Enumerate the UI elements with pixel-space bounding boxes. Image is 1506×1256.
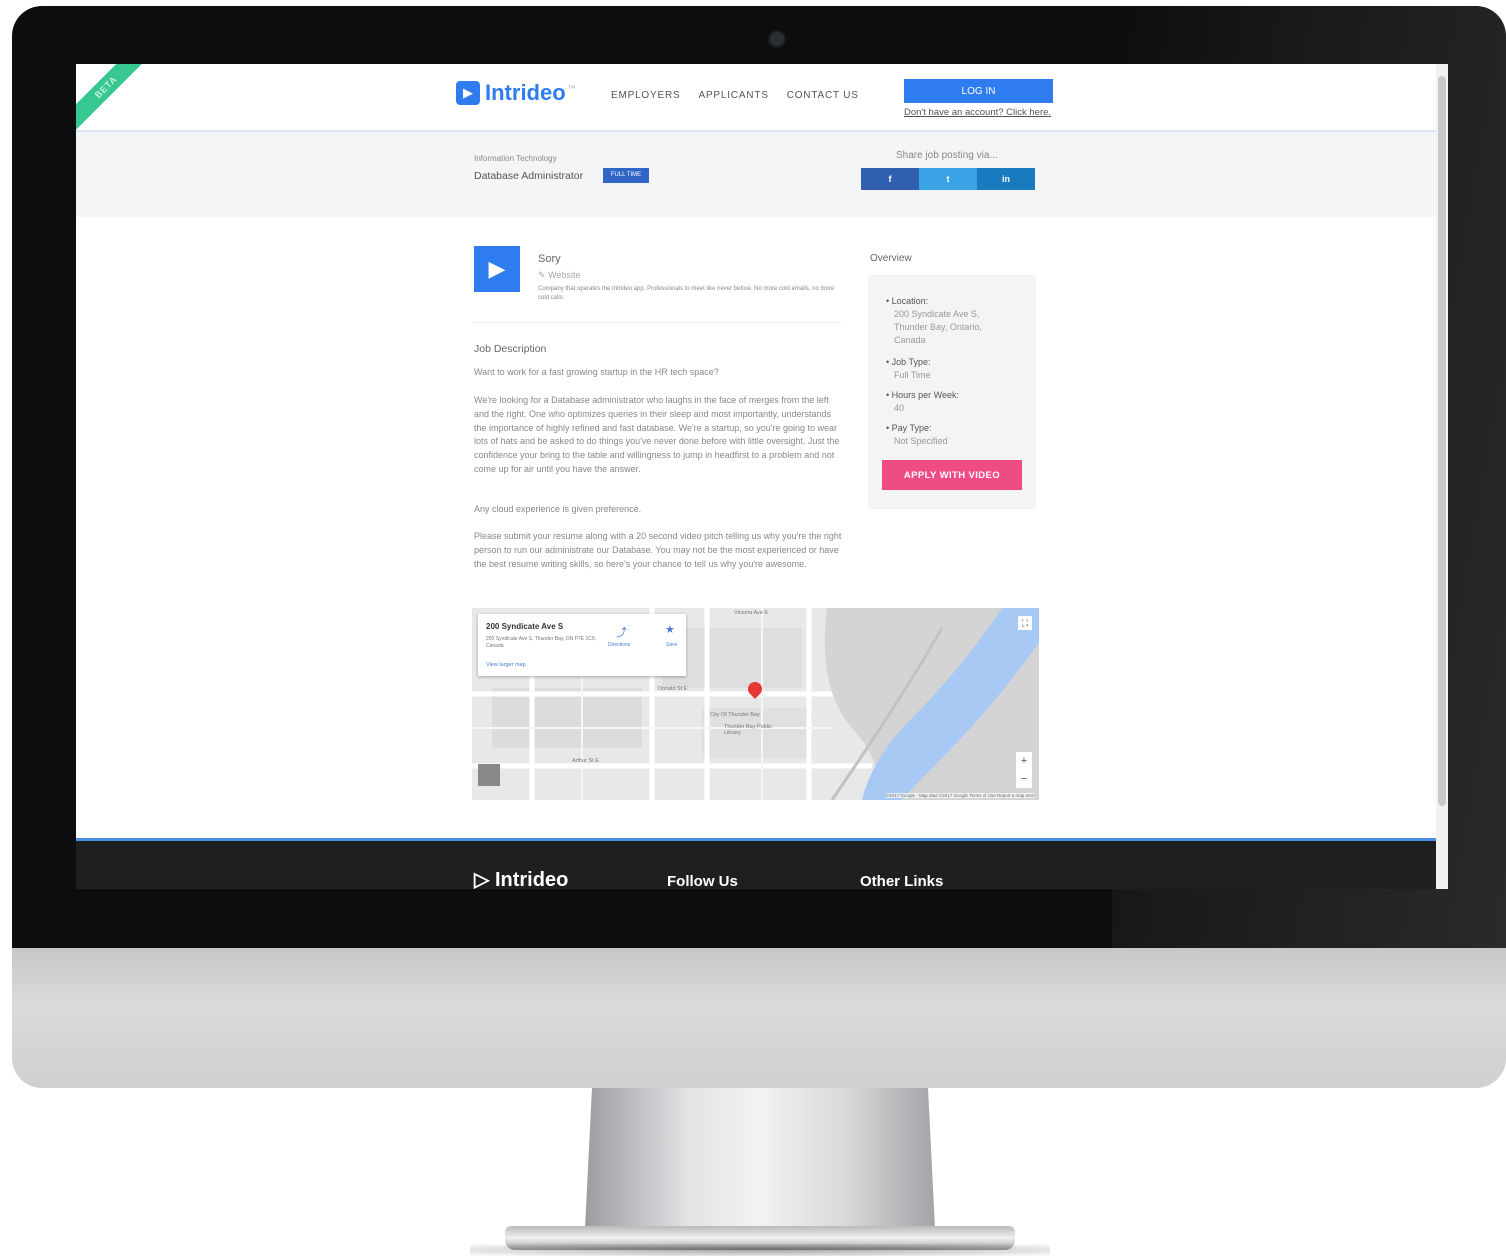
map-place-address: 200 Syndicate Ave S, Thunder Bay, ON P7E… <box>486 636 597 649</box>
job-category: Information Technology <box>474 154 557 163</box>
map-place-title: 200 Syndicate Ave S <box>486 622 564 631</box>
location-value: 200 Syndicate Ave S, Thunder Bay, Ontari… <box>894 309 982 345</box>
job-title: Database Administrator <box>474 170 584 182</box>
play-icon: ▷ <box>474 869 490 889</box>
scrollbar-thumb[interactable] <box>1438 76 1446 806</box>
job-description-paragraph: Any cloud experience is given preference… <box>474 504 642 514</box>
pay-type-label: • Pay Type: <box>886 423 932 433</box>
scrollbar[interactable] <box>1436 64 1448 889</box>
company-description: Company that operates the Intrideo app. … <box>538 286 835 301</box>
share-twitter-button[interactable]: t <box>919 168 977 190</box>
pencil-icon: ✎ <box>538 270 546 280</box>
footer-follow-heading: Follow Us <box>667 873 738 889</box>
job-description-paragraph: Want to work for a fast growing startup … <box>474 367 719 377</box>
browser-viewport: BETA ▶ Intrideo ™ EMPLOYERS APPLICANTS C… <box>76 64 1436 889</box>
nav-applicants[interactable]: APPLICANTS <box>698 90 768 101</box>
zoom-in-icon[interactable]: + <box>1016 752 1032 770</box>
share-label: Share job posting via... <box>896 150 998 161</box>
footer-other-links-heading: Other Links <box>860 873 944 889</box>
map-info-card: 200 Syndicate Ave S 200 Syndicate Ave S,… <box>478 614 686 676</box>
footer-logo-text: Intrideo <box>494 869 569 889</box>
zoom-out-icon[interactable]: − <box>1016 770 1032 788</box>
overview-job-type: • Job Type: Full Time <box>886 356 931 382</box>
job-description-heading: Job Description <box>474 343 547 355</box>
job-type-value: Full Time <box>894 370 931 380</box>
footer-logo[interactable]: ▷ Intrideo <box>474 867 568 889</box>
map-street-label: Arthur St E <box>572 758 599 764</box>
share-linkedin-button[interactable]: in <box>977 168 1035 190</box>
site-footer: ▷ Intrideo Follow Us Other Links <box>76 838 1436 889</box>
play-icon: ▶ <box>488 256 506 281</box>
job-type-label: • Job Type: <box>886 357 931 367</box>
directions-label[interactable]: Directions <box>608 642 630 648</box>
overview-heading: Overview <box>870 253 912 264</box>
job-type-badge: FULL TIME <box>603 168 649 183</box>
job-description-paragraph: Please submit your resume along with a 2… <box>474 531 842 569</box>
overview-location: • Location: 200 Syndicate Ave S, Thunder… <box>886 295 1009 347</box>
fullscreen-icon[interactable]: ⛶ <box>1018 616 1032 630</box>
signup-link[interactable]: Don't have an account? Click here. <box>904 107 1051 118</box>
site-logo[interactable]: ▶ Intrideo ™ <box>456 78 576 108</box>
linkedin-icon: in <box>1002 174 1010 184</box>
overview-pay-type: • Pay Type: Not Specified <box>886 422 948 448</box>
map-place-label: City Of Thunder Bay <box>710 712 760 718</box>
hours-value: 40 <box>894 403 905 413</box>
pay-type-value: Not Specified <box>894 436 948 446</box>
save-label[interactable]: Save <box>666 642 677 648</box>
location-label: • Location: <box>886 296 929 306</box>
hours-label: • Hours per Week: <box>886 390 960 400</box>
map-place-label: Thunder Bay Public Library <box>724 724 772 736</box>
monitor-chin <box>12 948 1506 1088</box>
facebook-icon: f <box>888 174 892 184</box>
main-nav: EMPLOYERS APPLICANTS CONTACT US <box>611 90 859 101</box>
location-map[interactable]: Victoria Ave E Arthur St E City Of Thund… <box>472 608 1039 800</box>
site-header: ▶ Intrideo ™ EMPLOYERS APPLICANTS CONTAC… <box>76 64 1436 132</box>
view-larger-map-link[interactable]: View larger map <box>486 662 526 668</box>
divider <box>474 322 842 323</box>
company-website-label: Website <box>548 270 581 280</box>
share-facebook-button[interactable]: f <box>861 168 919 190</box>
company-name: Sory <box>538 253 561 265</box>
twitter-icon: t <box>946 174 950 184</box>
overview-hours: • Hours per Week: 40 <box>886 389 959 415</box>
directions-icon[interactable]: ⤴ <box>616 624 627 640</box>
login-button[interactable]: LOG IN <box>904 79 1053 103</box>
stand-shadow <box>470 1244 1050 1256</box>
star-icon[interactable]: ★ <box>665 623 675 636</box>
nav-employers[interactable]: EMPLOYERS <box>611 90 680 101</box>
company-website-link[interactable]: ✎ Website <box>538 270 580 281</box>
job-description-paragraph: We're looking for a Database administrat… <box>474 395 840 474</box>
share-buttons: f t in <box>861 168 1035 190</box>
overview-panel: • Location: 200 Syndicate Ave S, Thunder… <box>868 275 1036 509</box>
company-logo: ▶ <box>474 246 520 292</box>
job-header-band: Information Technology Database Administ… <box>76 132 1436 217</box>
map-street-label: Victoria Ave E <box>734 610 769 616</box>
map-street-label: Donald St E <box>658 686 688 692</box>
map-zoom-control[interactable]: + − <box>1016 752 1032 788</box>
map-attribution: ©2017 Google · Map data ©2017 Google Ter… <box>885 793 1035 798</box>
monitor-stand-neck <box>585 1088 935 1228</box>
nav-contact-us[interactable]: CONTACT US <box>787 90 859 101</box>
logo-text: Intrideo <box>485 80 566 105</box>
webcam <box>768 30 786 48</box>
play-icon: ▶ <box>456 81 480 105</box>
apply-with-video-button[interactable]: APPLY WITH VIDEO <box>882 460 1022 490</box>
logo-trademark: ™ <box>567 83 576 93</box>
